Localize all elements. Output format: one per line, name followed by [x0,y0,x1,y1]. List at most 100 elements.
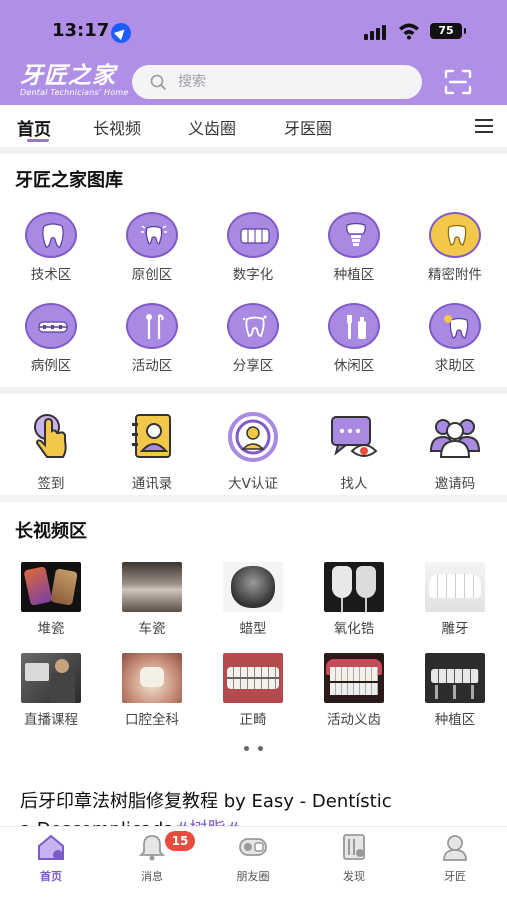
video-item[interactable]: 直播课程 [11,653,91,728]
tool-label: 签到 [37,476,65,492]
tooth-share-icon [227,303,279,349]
gallery-item-label: 休闲区 [333,358,375,374]
video-item[interactable]: 正畸 [213,653,293,728]
gallery-item-label: 数字化 [232,267,274,283]
nav-label: 消息 [141,870,163,883]
gallery-item-cases[interactable]: 病例区 [11,303,91,374]
gallery-item-label: 活动区 [131,358,173,374]
gallery-item-implant[interactable]: 种植区 [314,212,394,283]
videos-title: 长视频区 [15,521,87,542]
video-item[interactable]: 雕牙 [415,562,495,637]
nav-label: 发现 [343,870,365,883]
tab-long-video[interactable]: 长视频 [93,115,141,139]
video-thumbnail [425,562,485,612]
divider [0,495,507,502]
search-icon [150,74,166,90]
video-label: 氧化锆 [333,621,375,637]
video-item[interactable]: 蜡型 [213,562,293,637]
nav-label: 首页 [40,870,62,883]
wifi-icon [399,23,419,40]
menu-icon[interactable] [475,118,493,134]
moments-icon [239,838,267,856]
tool-label: 大V认证 [228,476,278,492]
tool-verify[interactable]: 大V认证 [213,411,293,492]
video-item[interactable]: 堆瓷 [11,562,91,637]
tool-invite[interactable]: 邀请码 [415,411,495,492]
video-thumbnail [425,653,485,703]
video-item[interactable]: 种植区 [415,653,495,728]
divider [0,387,507,394]
gallery-item-tech[interactable]: 技术区 [11,212,91,283]
video-item[interactable]: 活动义齿 [314,653,394,728]
video-label: 雕牙 [441,621,469,637]
gallery-item-digital[interactable]: 数字化 [213,212,293,283]
tool-find-people[interactable]: 找人 [314,411,394,492]
message-count-badge: 15 [165,831,195,851]
home-icon [38,834,64,860]
gallery-item-original[interactable]: 原创区 [112,212,192,283]
gallery-item-label: 病例区 [30,358,72,374]
search-input[interactable] [178,65,408,99]
status-time: 13:17 [52,20,110,41]
invite-icon [429,419,481,458]
contacts-icon [132,414,171,458]
gallery-item-leisure[interactable]: 休闲区 [314,303,394,374]
video-thumbnail [122,653,182,703]
video-thumbnail [122,562,182,612]
tool-label: 通讯录 [131,476,173,492]
video-label: 正畸 [239,712,267,728]
bell-icon [138,835,166,861]
video-thumbnail [21,653,81,703]
braces-icon [25,303,77,349]
status-bar: 13:17 75 [0,0,507,60]
logo-subtitle: Dental Technicians' Home [20,88,129,97]
gallery-item-activity[interactable]: 活动区 [112,303,192,374]
gallery-item-help[interactable]: 求助区 [415,303,495,374]
tooth-icon [25,212,77,258]
gallery-item-precision[interactable]: 精密附件 [415,212,495,283]
video-label: 蜡型 [239,621,267,637]
tap-icon [34,414,67,458]
video-item[interactable]: 车瓷 [112,562,192,637]
video-thumbnail [223,562,283,612]
video-thumbnail [324,562,384,612]
toothbrush-icon [328,303,380,349]
video-item[interactable]: 口腔全科 [112,653,192,728]
gallery-item-label: 技术区 [30,267,72,283]
cellular-signal-icon [364,24,390,40]
video-label: 种植区 [434,712,476,728]
nav-profile[interactable]: 牙匠 [420,833,490,884]
sparkle-tooth-icon [429,303,481,349]
gallery-item-share[interactable]: 分享区 [213,303,293,374]
nav-home[interactable]: 首页 [16,833,86,884]
app-logo: 牙匠之家 Dental Technicians' Home [20,64,128,98]
bottom-navigation: 首页 消息 朋友圈 发现 牙匠 [0,826,507,900]
nav-label: 朋友圈 [236,870,270,883]
tool-checkin[interactable]: 签到 [11,411,91,492]
gallery-item-label: 分享区 [232,358,274,374]
nav-discover[interactable]: 发现 [319,833,389,884]
video-item[interactable]: 氧化锆 [314,562,394,637]
category-tabs: 首页 长视频 义齿圈 牙医圈 [0,105,507,147]
article-line-1: 后牙印章法树脂修复教程 by Easy - Dentístic [20,791,392,812]
scan-icon[interactable] [444,69,472,95]
logo-title: 牙匠之家 [20,63,116,89]
video-label: 直播课程 [24,712,78,728]
gallery-item-label: 精密附件 [428,267,482,283]
tab-denture-circle[interactable]: 义齿圈 [188,115,236,139]
verified-icon [228,412,278,462]
tab-dentist-circle[interactable]: 牙医圈 [284,115,332,139]
dental-tools-icon [126,303,178,349]
video-label: 车瓷 [138,621,166,637]
tool-contacts[interactable]: 通讯录 [112,411,192,492]
divider [0,147,507,154]
nav-moments[interactable]: 朋友圈 [218,833,288,884]
find-people-icon [331,416,378,457]
discover-icon [343,834,365,860]
teeth-row-icon [227,212,279,258]
gold-tooth-icon [429,212,481,258]
profile-icon [443,835,467,861]
tab-home[interactable]: 首页 [17,115,51,140]
tool-label: 邀请码 [434,476,476,492]
search-bar[interactable] [132,65,422,99]
